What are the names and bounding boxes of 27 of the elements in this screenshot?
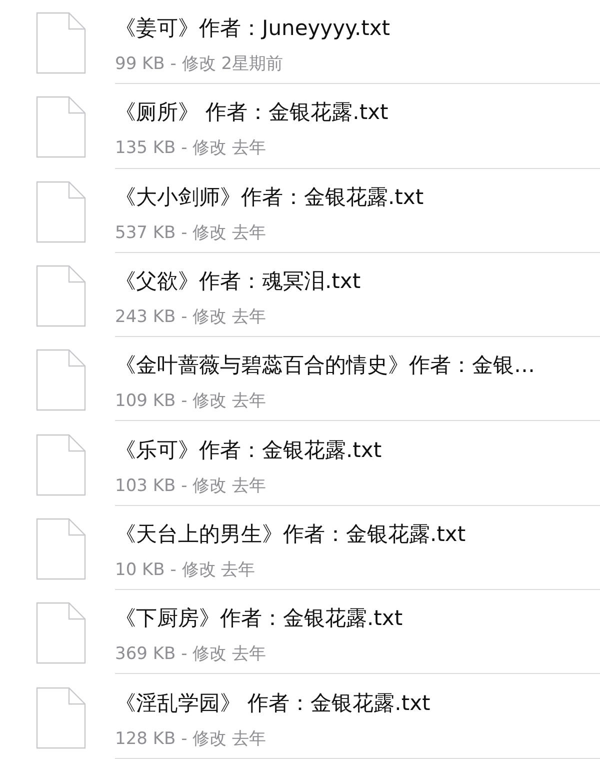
file-details: 135 KB - 修改 去年: [115, 137, 268, 160]
file-name[interactable]: 《天台上的男生》作者：金银花露.txt: [115, 520, 600, 548]
document-icon: [36, 180, 86, 243]
file-details: 99 KB - 修改 2星期前: [115, 53, 284, 76]
document-icon: [36, 265, 86, 328]
document-icon: [36, 602, 86, 664]
file-name[interactable]: 《下厨房》作者：金银花露.txt: [115, 604, 600, 632]
file-name[interactable]: 《金叶蔷薇与碧蕊百合的情史》作者：金银…: [115, 351, 600, 380]
document-icon: [36, 434, 86, 496]
file-details: 10 KB - 修改 去年: [115, 558, 256, 581]
file-name[interactable]: 《父欲》作者：魂冥泪.txt: [115, 267, 600, 296]
document-icon: [36, 686, 86, 749]
document-icon: [36, 12, 86, 74]
file-details: 103 KB - 修改 去年: [115, 474, 268, 497]
file-details: 369 KB - 修改 去年: [115, 643, 268, 666]
file-details: 128 KB - 修改 去年: [115, 728, 268, 750]
file-name[interactable]: 《淫乱学园》 作者：金银花露.txt: [115, 688, 600, 717]
document-icon: [36, 349, 86, 412]
file-name[interactable]: 《大小剑师》作者：金银花露.txt: [115, 182, 600, 211]
document-icon: [36, 96, 86, 158]
file-name[interactable]: 《厕所》 作者：金银花露.txt: [115, 98, 600, 126]
file-details: 243 KB - 修改 去年: [115, 306, 268, 328]
file-details: 537 KB - 修改 去年: [115, 222, 268, 244]
file-name[interactable]: 《乐可》作者：金银花露.txt: [115, 436, 600, 464]
file-details: 109 KB - 修改 去年: [115, 390, 268, 412]
document-icon: [36, 518, 86, 580]
file-name[interactable]: 《姜可》作者：Juneyyyy.txt: [115, 14, 600, 42]
